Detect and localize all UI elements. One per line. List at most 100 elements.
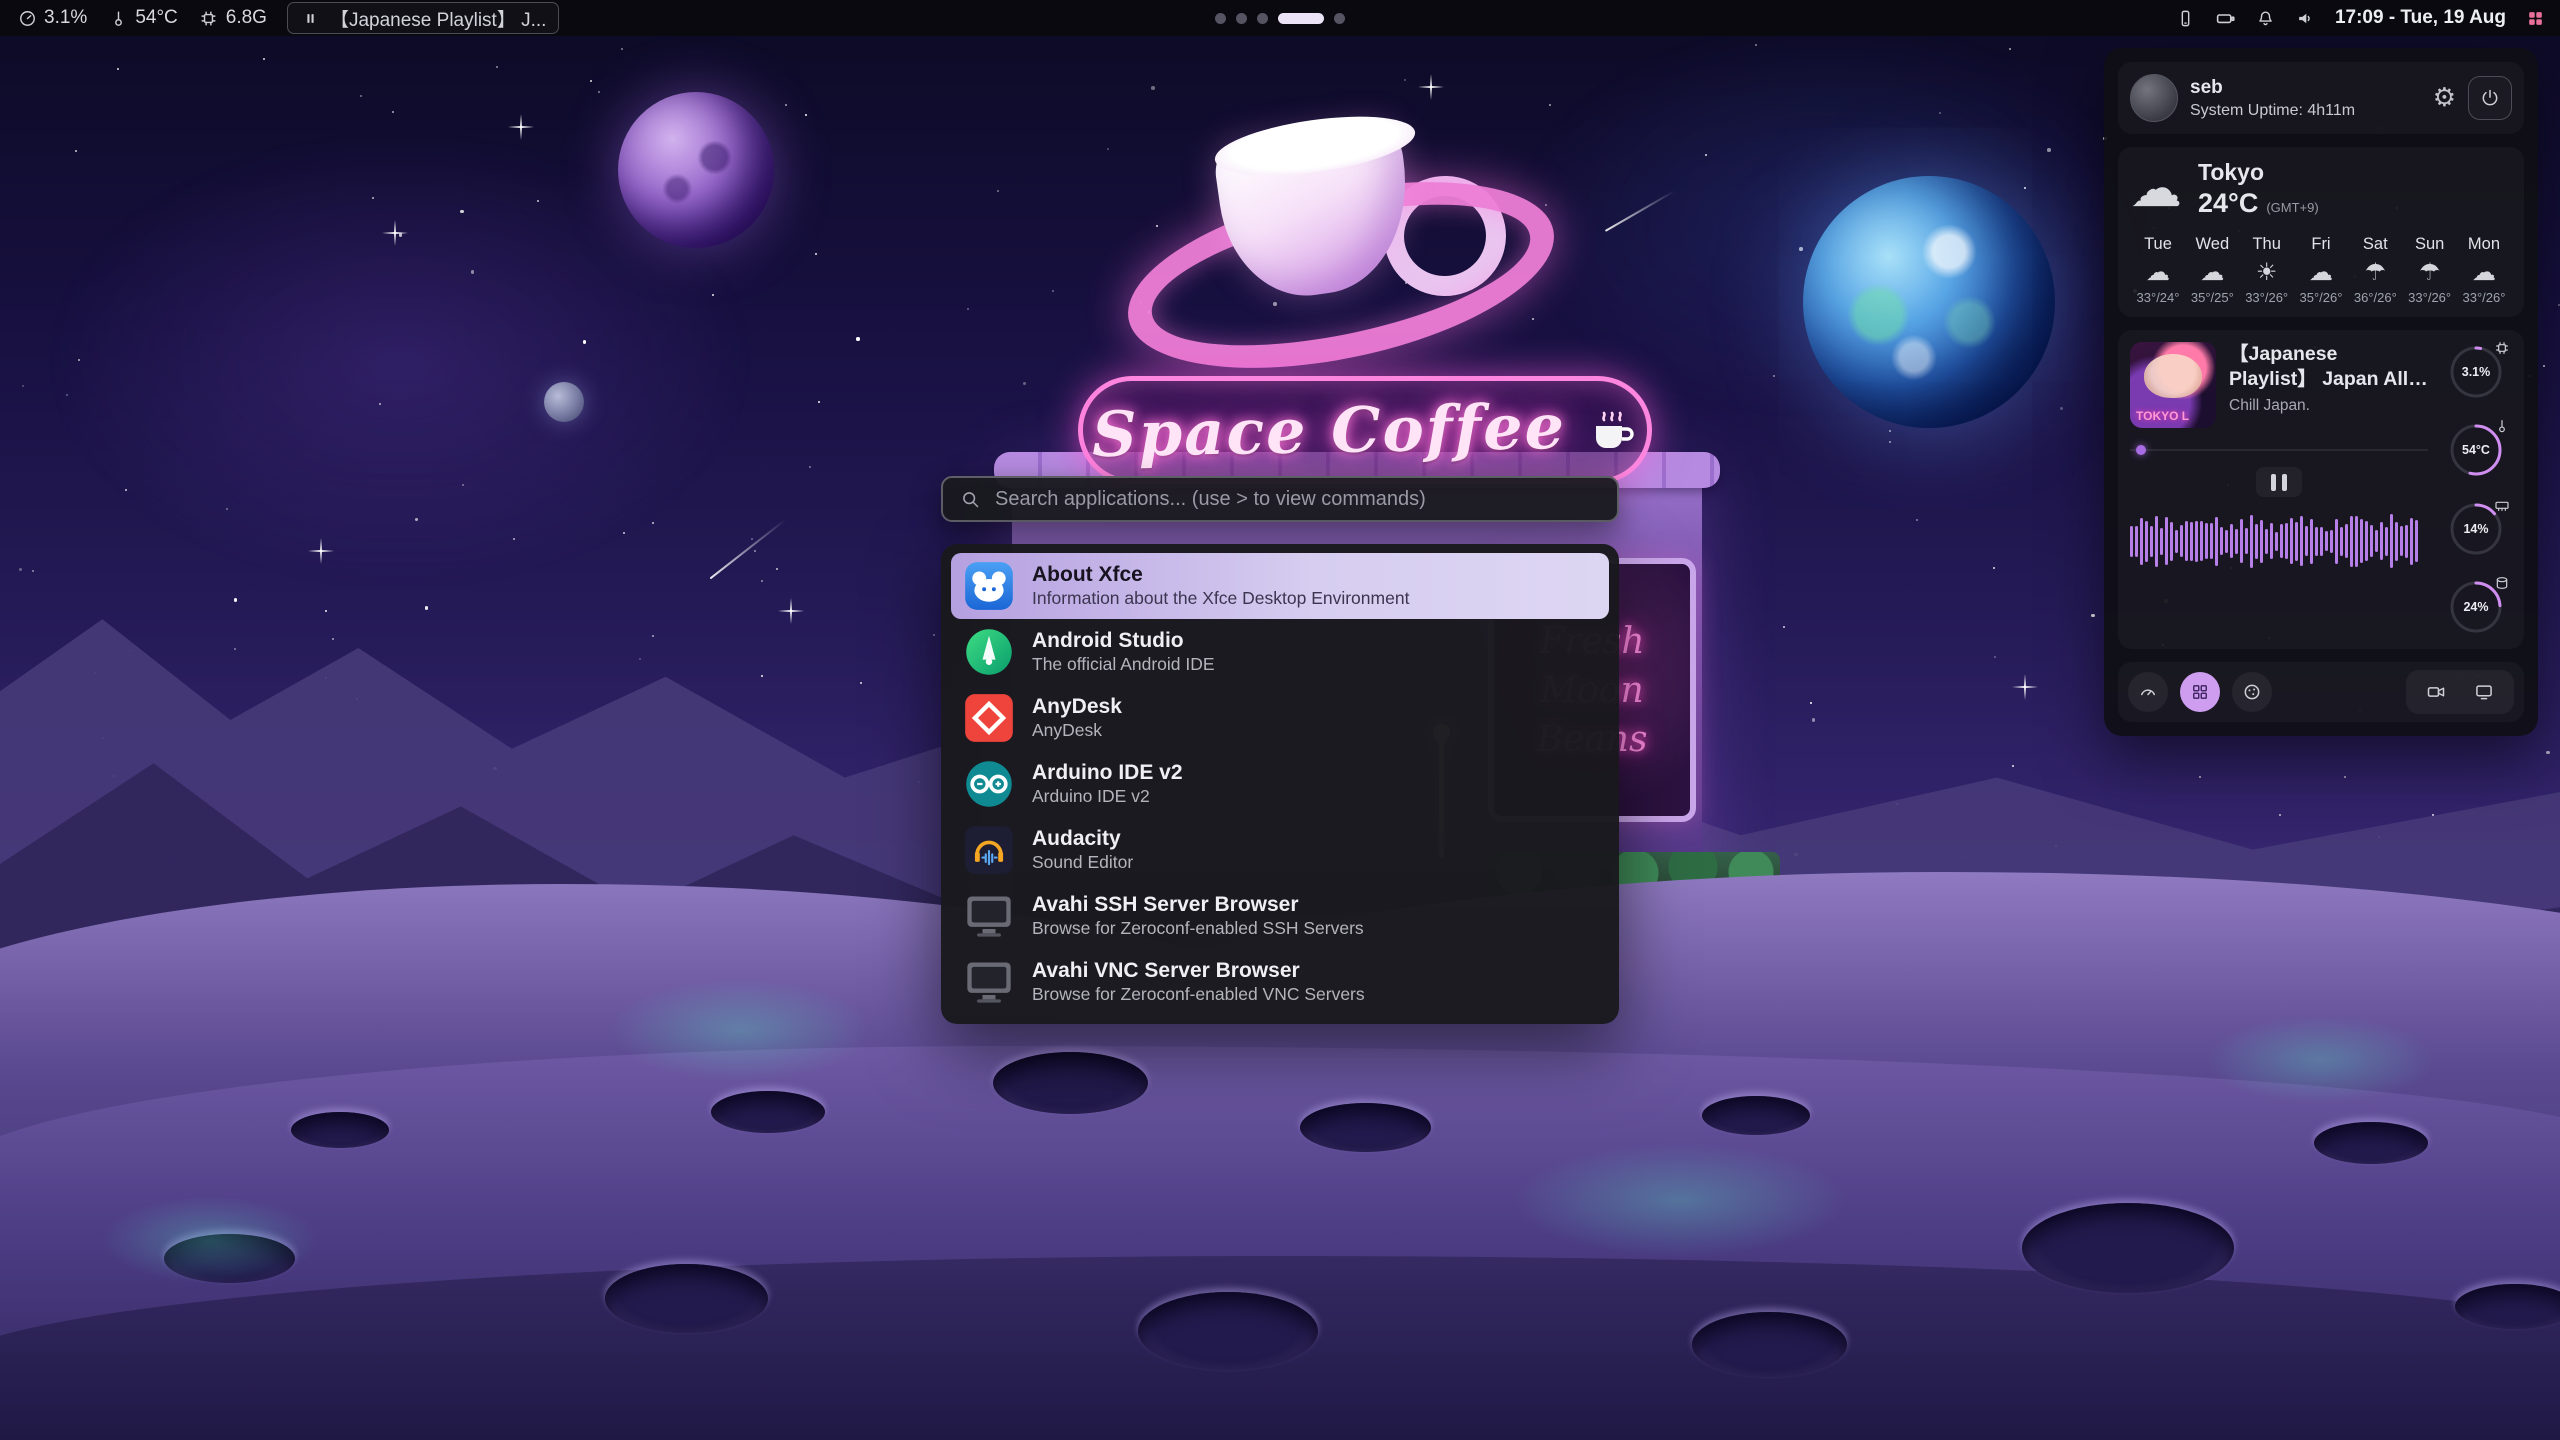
- album-art-text: TOKYO L: [2136, 409, 2189, 423]
- phone-icon[interactable]: [2175, 7, 2197, 29]
- launcher-item-about-xfce[interactable]: About Xfce Information about the Xfce De…: [951, 553, 1609, 619]
- rain-icon: ☂: [2365, 260, 2387, 284]
- monitor-icon: [963, 890, 1015, 942]
- temperature-icon: [2494, 418, 2510, 434]
- pause-button[interactable]: [2256, 467, 2302, 497]
- panel-footer: [2118, 662, 2524, 722]
- audio-waveform: [2130, 510, 2428, 572]
- launcher-item-avahi-ssh[interactable]: Avahi SSH Server Browser Browse for Zero…: [951, 883, 1609, 949]
- weather-timezone: (GMT+9): [2266, 200, 2318, 215]
- power-button[interactable]: [2468, 76, 2512, 120]
- top-panel: 3.1% 54°C 6.8G 【Japanese Playlist】 J...: [0, 0, 2560, 36]
- weather-temperature: 24°C: [2198, 188, 2258, 219]
- launcher-item-anydesk[interactable]: AnyDesk AnyDesk: [951, 685, 1609, 751]
- apps-grid-icon[interactable]: [2524, 7, 2546, 29]
- forecast-day: Wed☁35°/25°: [2186, 235, 2238, 305]
- audacity-icon: [963, 824, 1015, 876]
- anydesk-icon: [963, 692, 1015, 744]
- bell-icon[interactable]: [2255, 7, 2277, 29]
- system-gauges: 3.1% 54°C 14% 24%: [2440, 342, 2512, 637]
- cloud-icon: ☁: [2472, 260, 2496, 284]
- album-art: TOKYO L: [2130, 342, 2216, 428]
- memory-usage: 6.8G: [198, 7, 267, 29]
- widgets-panel: seb System Uptime: 4h11m ⚙ ☁ Tokyo 24°C …: [2104, 48, 2538, 736]
- forecast-day: Sun☂33°/26°: [2404, 235, 2456, 305]
- gauge-icon: [16, 7, 38, 29]
- performance-tab-button[interactable]: [2128, 672, 2168, 712]
- forecast-day: Mon☁33°/26°: [2458, 235, 2510, 305]
- search-input[interactable]: [993, 487, 1601, 512]
- app-subtitle: Sound Editor: [1032, 853, 1133, 872]
- workspace-dot[interactable]: [1334, 13, 1345, 24]
- pause-icon: [2271, 474, 2276, 491]
- app-title: Arduino IDE v2: [1032, 761, 1183, 784]
- app-title: AnyDesk: [1032, 695, 1122, 718]
- workspace-indicator: [1215, 0, 1345, 36]
- app-subtitle: Browse for Zeroconf-enabled VNC Servers: [1032, 985, 1365, 1004]
- weather-forecast: Tue☁33°/24°Wed☁35°/25°Thu☀33°/26°Fri☁35°…: [2130, 235, 2512, 305]
- pause-icon: [300, 7, 322, 29]
- cpu-usage: 3.1%: [16, 7, 87, 29]
- launcher-item-android-studio[interactable]: Android Studio The official Android IDE: [951, 619, 1609, 685]
- workspace-dot[interactable]: [1236, 13, 1247, 24]
- search-bar: [941, 476, 1619, 522]
- search-icon: [959, 488, 981, 510]
- cpu-temperature: 54°C: [107, 7, 177, 29]
- teal-glow: [60, 1180, 360, 1300]
- record-button[interactable]: [2416, 675, 2456, 709]
- teal-glow: [1450, 1120, 1910, 1280]
- volume-icon[interactable]: [2295, 7, 2317, 29]
- teal-glow: [560, 960, 920, 1100]
- monitor-icon: [963, 956, 1015, 1008]
- launcher-item-audacity[interactable]: Audacity Sound Editor: [951, 817, 1609, 883]
- app-subtitle: The official Android IDE: [1032, 655, 1215, 674]
- system-uptime: System Uptime: 4h11m: [2190, 102, 2355, 120]
- progress-thumb[interactable]: [2136, 445, 2146, 455]
- workspace-dot[interactable]: [1215, 13, 1226, 24]
- app-title: Audacity: [1032, 827, 1133, 850]
- apps-tab-button[interactable]: [2180, 672, 2220, 712]
- media-title: 【Japanese Playlist】 Japan All Night - To…: [2229, 342, 2428, 392]
- launcher-item-avahi-vnc[interactable]: Avahi VNC Server Browser Browse for Zero…: [951, 949, 1609, 1015]
- cloud-icon: ☁: [2200, 260, 2224, 284]
- app-title: Android Studio: [1032, 629, 1215, 652]
- sun-icon: ☀: [2256, 260, 2278, 284]
- progress-track: [2130, 449, 2428, 451]
- thermometer-icon: [107, 7, 129, 29]
- forecast-day: Fri☁35°/26°: [2295, 235, 2347, 305]
- android-studio-icon: [963, 626, 1015, 678]
- app-subtitle: AnyDesk: [1032, 721, 1122, 740]
- gear-icon[interactable]: ⚙: [2433, 83, 2456, 113]
- colors-tab-button[interactable]: [2232, 672, 2272, 712]
- app-title: Avahi SSH Server Browser: [1032, 893, 1364, 916]
- disk-gauge: 24%: [2448, 579, 2504, 635]
- launcher-item-arduino[interactable]: Arduino IDE v2 Arduino IDE v2: [951, 751, 1609, 817]
- xfce-icon: [963, 560, 1015, 612]
- now-playing-indicator[interactable]: 【Japanese Playlist】 J...: [287, 2, 559, 34]
- cloud-icon: ☁: [2130, 163, 2182, 215]
- workspace-dot[interactable]: [1278, 13, 1324, 24]
- memory-gauge: 14%: [2448, 501, 2504, 557]
- app-subtitle: Browse for Zeroconf-enabled SSH Servers: [1032, 919, 1364, 938]
- avatar: [2130, 74, 2178, 122]
- display-button[interactable]: [2464, 675, 2504, 709]
- clock[interactable]: 17:09 - Tue, 19 Aug: [2335, 7, 2506, 29]
- weather-city: Tokyo: [2198, 159, 2319, 186]
- arduino-icon: [963, 758, 1015, 810]
- user-card: seb System Uptime: 4h11m ⚙: [2118, 62, 2524, 134]
- app-launcher: About Xfce Information about the Xfce De…: [941, 476, 1619, 1024]
- workspace-dot[interactable]: [1257, 13, 1268, 24]
- battery-icon[interactable]: [2215, 7, 2237, 29]
- system-stats: 3.1% 54°C 6.8G 【Japanese Playlist】 J...: [0, 2, 559, 34]
- media-card: TOKYO L 【Japanese Playlist】 Japan All Ni…: [2118, 330, 2524, 649]
- app-subtitle: Arduino IDE v2: [1032, 787, 1183, 806]
- forecast-day: Tue☁33°/24°: [2132, 235, 2184, 305]
- weather-card: ☁ Tokyo 24°C (GMT+9) Tue☁33°/24°Wed☁35°/…: [2118, 147, 2524, 317]
- cloud-icon: ☁: [2146, 260, 2170, 284]
- cloud-icon: ☁: [2309, 260, 2333, 284]
- media-progress-slider[interactable]: [2130, 445, 2428, 455]
- rain-icon: ☂: [2419, 260, 2441, 284]
- user-name: seb: [2190, 77, 2355, 99]
- temperature-gauge: 54°C: [2448, 422, 2504, 478]
- search-results: About Xfce Information about the Xfce De…: [941, 544, 1619, 1024]
